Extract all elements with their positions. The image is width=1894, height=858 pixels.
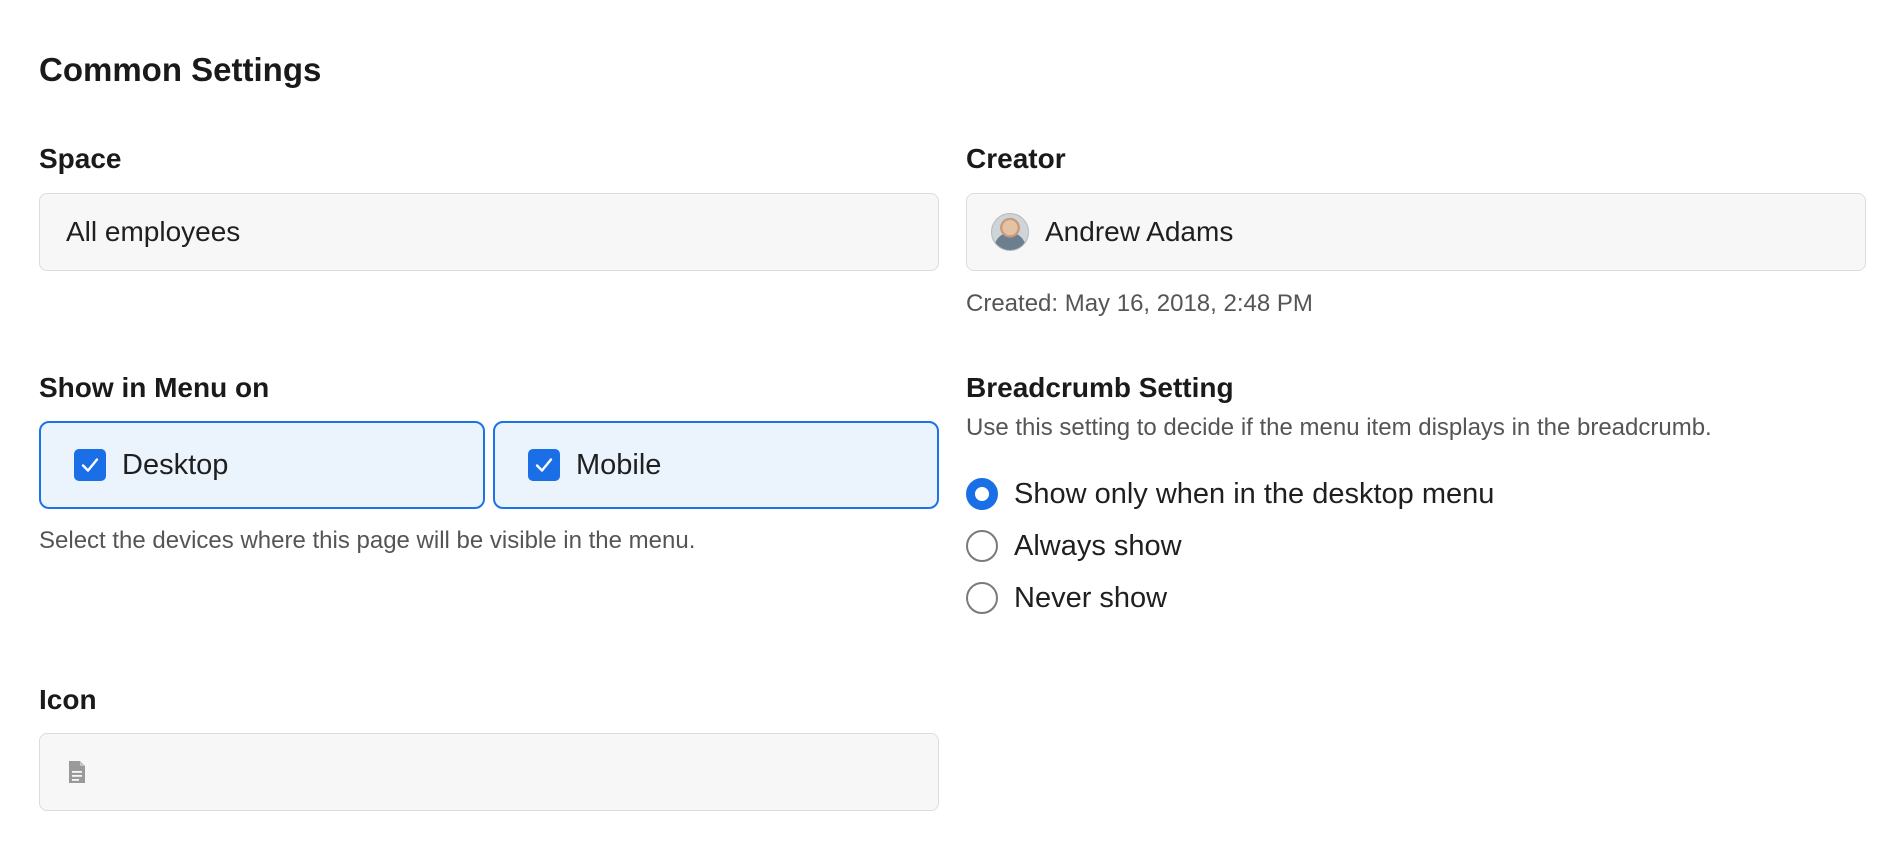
icon-picker-field[interactable] [39,733,939,811]
creator-value: Andrew Adams [1045,216,1234,247]
radio-option-always-show[interactable]: Always show [966,526,1182,566]
radio-option-desktop-only[interactable]: Show only when in the desktop menu [966,474,1494,514]
mobile-checkbox-card[interactable]: Mobile [493,421,939,509]
section-title: Common Settings [39,51,322,88]
checkmark-icon [535,458,553,472]
breadcrumb-help: Use this setting to decide if the menu i… [966,414,1712,441]
checkbox-checked-icon[interactable] [528,449,560,481]
radio-option-never-show[interactable]: Never show [966,578,1167,618]
creator-label: Creator [966,143,1066,174]
space-label: Space [39,143,122,174]
document-icon [69,761,85,783]
common-settings-panel: Common Settings Space All employees Crea… [0,0,1894,858]
icon-label: Icon [39,684,97,715]
creator-field[interactable]: Andrew Adams [966,193,1866,271]
radio-unselected-icon[interactable] [966,582,998,614]
show-in-menu-help: Select the devices where this page will … [39,527,696,554]
created-timestamp: Created: May 16, 2018, 2:48 PM [966,290,1313,317]
radio-label: Always show [1014,529,1182,562]
checkmark-icon [81,458,99,472]
radio-label: Show only when in the desktop menu [1014,477,1495,510]
radio-selected-icon[interactable] [966,478,998,510]
radio-unselected-icon[interactable] [966,530,998,562]
desktop-checkbox-label: Desktop [122,448,229,481]
space-value: All employees [66,216,241,247]
desktop-checkbox-card[interactable]: Desktop [39,421,485,509]
show-in-menu-label: Show in Menu on [39,372,270,403]
user-avatar [991,213,1029,251]
radio-label: Never show [1014,581,1168,614]
checkbox-checked-icon[interactable] [74,449,106,481]
space-field[interactable]: All employees [39,193,939,271]
breadcrumb-label: Breadcrumb Setting [966,372,1234,403]
mobile-checkbox-label: Mobile [576,448,662,481]
